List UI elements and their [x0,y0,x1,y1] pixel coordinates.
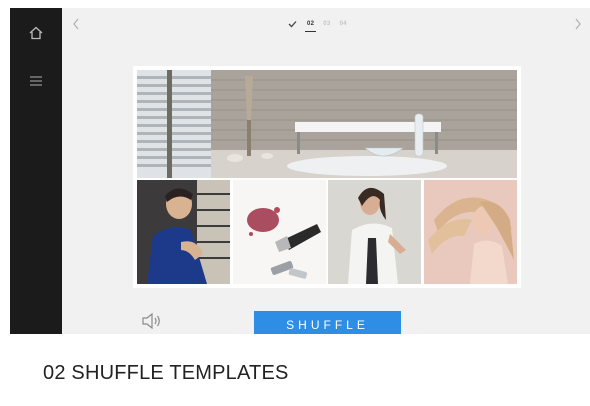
step-indicator: 02 03 04 [286,12,347,36]
shuffle-button[interactable]: SHUFFLE [254,311,401,334]
chevron-right-icon[interactable] [570,14,586,34]
step-02[interactable]: 02 [304,21,317,32]
woman-in-white-shirt-image [328,180,422,284]
chevron-left-icon[interactable] [68,14,84,34]
hamburger-menu-icon[interactable] [10,66,62,96]
step-04[interactable]: 04 [340,21,347,27]
speaker-icon[interactable] [140,311,162,331]
makeup-brush-image [232,180,327,284]
home-icon[interactable] [10,16,62,50]
sidebar [10,8,62,334]
step-03[interactable]: 03 [323,21,330,27]
image-grid [137,180,517,284]
checkmark-icon[interactable] [286,18,298,30]
template-preview[interactable] [133,66,521,288]
man-in-blue-coat-image [137,180,231,284]
interior-bench-image [137,70,517,178]
woman-blonde-hair-image [423,180,518,284]
page-title: 02 SHUFFLE TEMPLATES [43,362,289,384]
